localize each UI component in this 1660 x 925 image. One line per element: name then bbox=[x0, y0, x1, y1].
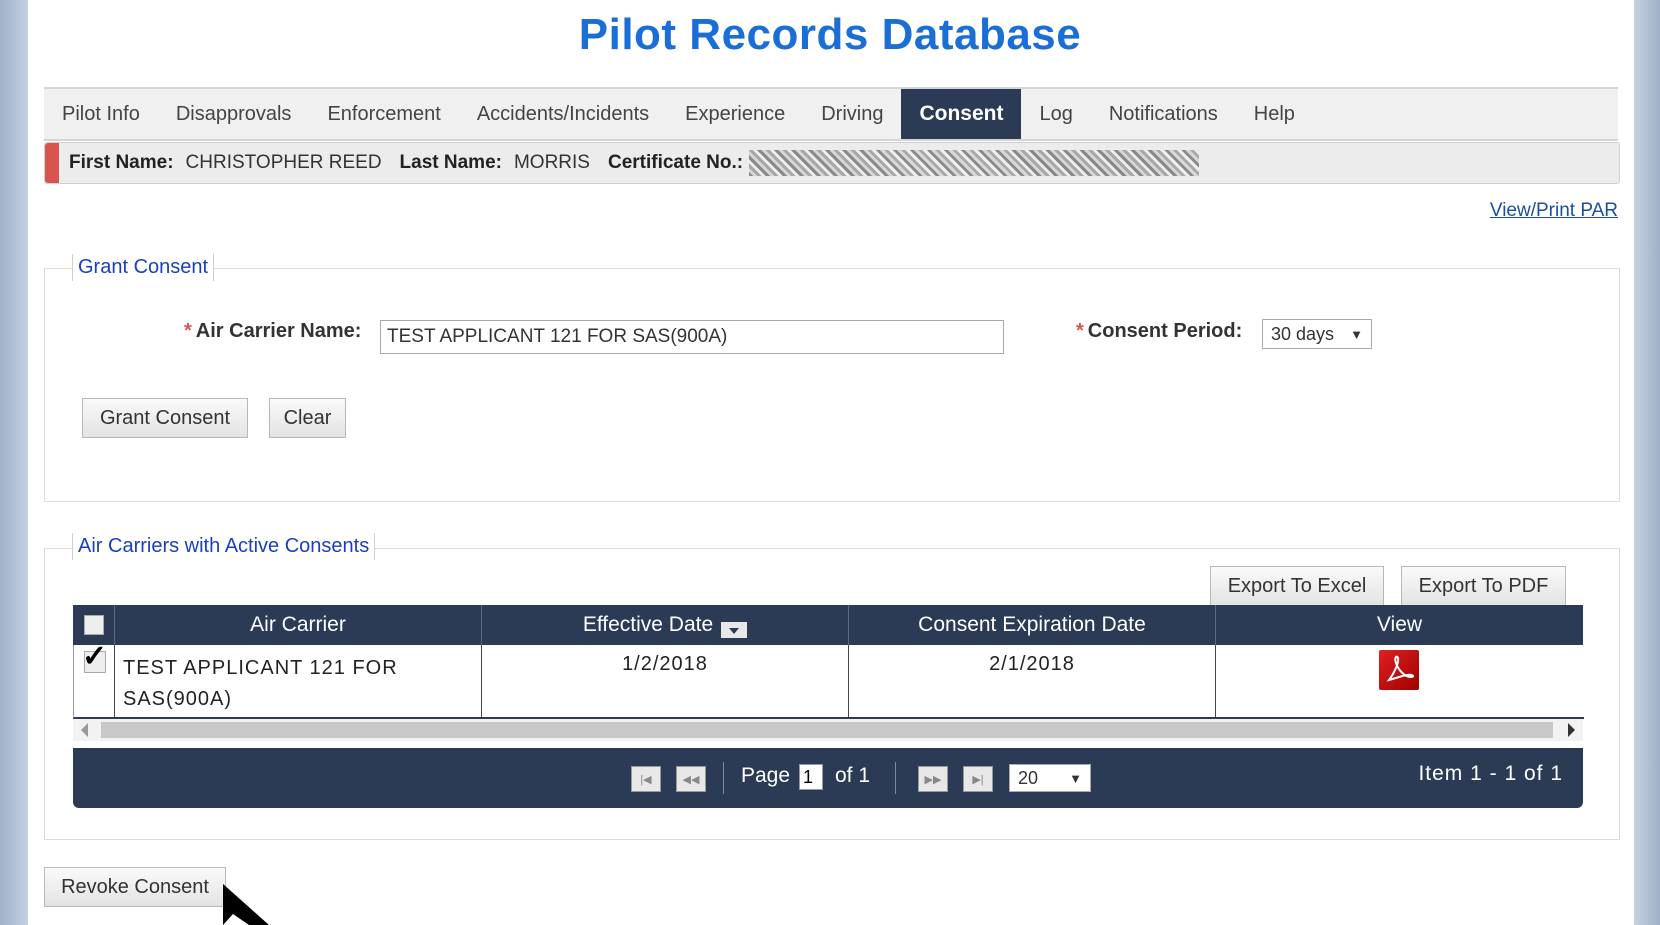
horizontal-scrollbar[interactable] bbox=[73, 719, 1583, 741]
clear-button[interactable]: Clear bbox=[269, 398, 346, 438]
tab-pilot-info[interactable]: Pilot Info bbox=[44, 89, 158, 139]
column-header-view: View bbox=[1376, 613, 1423, 636]
first-name-value: CHRISTOPHER REED bbox=[185, 152, 382, 173]
scroll-left-icon[interactable] bbox=[81, 723, 88, 737]
pilot-info-bar: First Name: CHRISTOPHER REED Last Name: … bbox=[44, 142, 1620, 184]
page-title: Pilot Records Database bbox=[578, 10, 1082, 59]
tab-experience[interactable]: Experience bbox=[667, 89, 803, 139]
mouse-cursor-icon bbox=[223, 884, 269, 925]
info-accent-stripe bbox=[45, 143, 59, 183]
pager-separator bbox=[723, 762, 724, 794]
item-count-info: Item 1 - 1 of 1 bbox=[1418, 762, 1563, 785]
left-frame-border bbox=[0, 0, 28, 925]
tab-disapprovals[interactable]: Disapprovals bbox=[158, 89, 310, 139]
certificate-label: Certificate No.: bbox=[607, 152, 744, 173]
required-marker: * bbox=[1076, 320, 1084, 342]
scroll-right-icon[interactable] bbox=[1568, 723, 1575, 737]
page-number-input[interactable] bbox=[799, 764, 823, 790]
consent-period-label: * Consent Period: bbox=[1076, 320, 1243, 342]
grid-header: Air Carrier Effective Date Consent Expir… bbox=[73, 605, 1583, 645]
first-name-label: First Name: bbox=[69, 152, 174, 173]
export-to-excel-button[interactable]: Export To Excel bbox=[1210, 566, 1384, 606]
page-label: Page bbox=[741, 764, 791, 787]
tab-accidents-incidents[interactable]: Accidents/Incidents bbox=[459, 89, 667, 139]
export-to-pdf-button[interactable]: Export To PDF bbox=[1401, 566, 1566, 606]
consent-period-value: 30 days bbox=[1271, 323, 1335, 344]
first-page-button[interactable]: |◀ bbox=[631, 766, 661, 792]
tab-enforcement[interactable]: Enforcement bbox=[309, 89, 458, 139]
checkmark-icon: ✓ bbox=[82, 640, 109, 673]
revoke-consent-button[interactable]: Revoke Consent bbox=[44, 867, 226, 907]
tab-notifications[interactable]: Notifications bbox=[1091, 89, 1236, 139]
row-select-cell: ✓ bbox=[74, 640, 115, 717]
sort-descending-icon[interactable] bbox=[721, 622, 748, 638]
air-carrier-name-input[interactable] bbox=[380, 320, 1004, 354]
right-frame-border bbox=[1634, 0, 1660, 925]
grant-consent-legend: Grant Consent bbox=[72, 254, 215, 281]
column-header-air-carrier[interactable]: Air Carrier bbox=[115, 605, 482, 645]
tab-help[interactable]: Help bbox=[1236, 89, 1313, 139]
page-of-label: of 1 bbox=[835, 764, 871, 787]
cell-consent-expiration-date: 2/1/2018 bbox=[849, 645, 1216, 717]
table-row: ✓ TEST APPLICANT 121 FOR SAS(900A) 1/2/2… bbox=[73, 640, 1584, 719]
view-print-par-link[interactable]: View/Print PAR bbox=[1490, 200, 1618, 222]
consent-period-select[interactable]: 30 days ▼ bbox=[1262, 319, 1372, 349]
certificate-number-redacted bbox=[749, 150, 1200, 176]
cell-view bbox=[1216, 645, 1583, 717]
dropdown-arrow-icon: ▼ bbox=[1350, 326, 1363, 342]
required-marker: * bbox=[184, 320, 192, 342]
last-name-label: Last Name: bbox=[399, 152, 502, 173]
dropdown-arrow-icon: ▼ bbox=[1069, 770, 1082, 786]
cell-effective-date: 1/2/2018 bbox=[482, 645, 849, 717]
column-header-consent-expiration-date[interactable]: Consent Expiration Date bbox=[849, 605, 1216, 645]
active-consents-legend: Air Carriers with Active Consents bbox=[72, 533, 376, 560]
previous-page-button[interactable]: ◀◀ bbox=[676, 766, 706, 792]
last-name-value: MORRIS bbox=[513, 152, 590, 173]
column-header-effective-date[interactable]: Effective Date bbox=[482, 605, 849, 645]
select-all-checkbox[interactable] bbox=[83, 615, 104, 635]
tab-consent[interactable]: Consent bbox=[901, 89, 1022, 139]
air-carrier-name-label: * Air Carrier Name: bbox=[184, 320, 362, 342]
main-nav: Pilot Info Disapprovals Enforcement Acci… bbox=[44, 87, 1618, 141]
pager-separator bbox=[895, 762, 896, 794]
cell-air-carrier: TEST APPLICANT 121 FOR SAS(900A) bbox=[115, 645, 482, 717]
page-size-value: 20 bbox=[1018, 767, 1039, 788]
grant-consent-button[interactable]: Grant Consent bbox=[82, 398, 248, 438]
tab-driving[interactable]: Driving bbox=[803, 89, 901, 139]
scrollbar-thumb[interactable] bbox=[101, 722, 1553, 738]
pdf-icon[interactable] bbox=[1379, 650, 1419, 690]
page-size-select[interactable]: 20 ▼ bbox=[1009, 764, 1091, 792]
pager-bar: |◀ ◀◀ Page of 1 ▶▶ ▶| 20 ▼ Item 1 - 1 of… bbox=[73, 748, 1583, 808]
grant-consent-section bbox=[44, 268, 1620, 502]
last-page-button[interactable]: ▶| bbox=[963, 766, 993, 792]
next-page-button[interactable]: ▶▶ bbox=[918, 766, 948, 792]
tab-log[interactable]: Log bbox=[1021, 89, 1090, 139]
